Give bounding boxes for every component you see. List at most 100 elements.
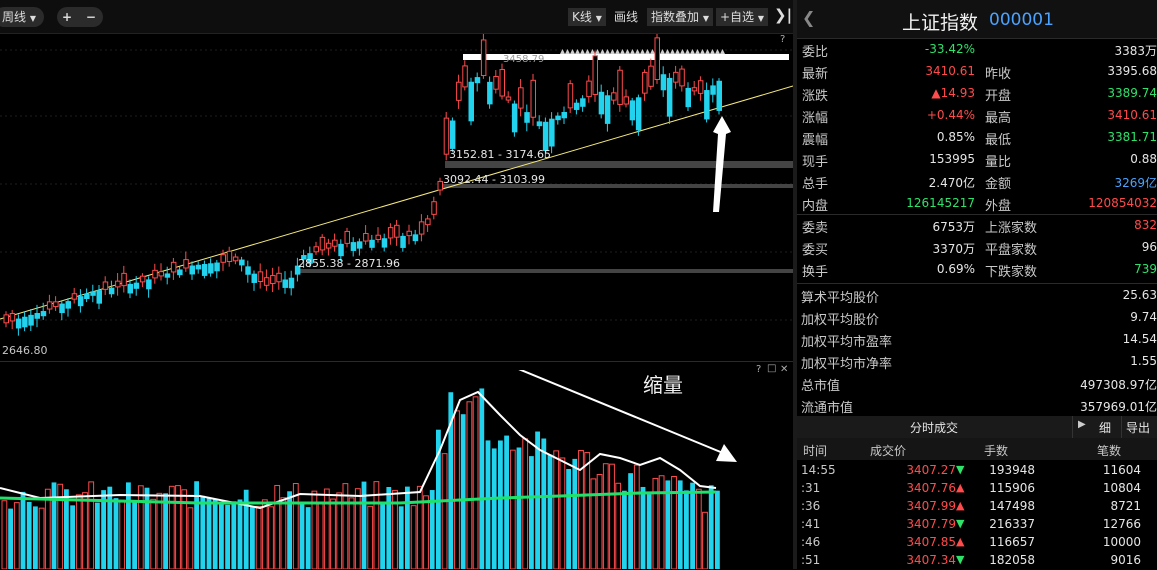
candle (90, 291, 96, 296)
candle (604, 95, 611, 124)
trade-time: 14:55 (801, 463, 836, 477)
trade-row: :46 3407.85 ▲ 116657 10000 (797, 534, 1157, 552)
volume-bar (107, 486, 113, 569)
candle (158, 271, 164, 277)
collapse-panel-icon[interactable]: ❯| (774, 6, 792, 24)
candle (437, 180, 443, 191)
quote-label: 外盘 (985, 199, 1012, 214)
candle (71, 293, 78, 300)
quote-label: 金额 (985, 177, 1012, 192)
trade-direction-icon: ▼ (956, 463, 965, 476)
candle (468, 81, 474, 122)
candle (480, 39, 487, 77)
candle (555, 115, 561, 121)
candle (369, 239, 375, 248)
candle (611, 92, 617, 101)
volume-bar (441, 453, 448, 569)
kline-label: K线 (572, 10, 592, 24)
quote-value: 0.85% (936, 130, 975, 144)
quote-label: 现手 (802, 155, 829, 170)
candle (313, 246, 319, 253)
candle (456, 81, 462, 101)
stats-label: 流通市值 (801, 401, 854, 416)
stats-value: 14.54 (1122, 332, 1157, 346)
quote-value: 3410.61 (1107, 108, 1157, 122)
stats-row: 加权平均市盈率 14.54 (797, 328, 1157, 350)
volume-bar (535, 431, 540, 569)
candle (195, 264, 202, 270)
volume-bar (596, 474, 603, 569)
kline-dropdown[interactable]: K线 ▼ (568, 8, 606, 26)
tab-trades[interactable]: 分时成交 (910, 419, 958, 436)
candle (77, 296, 84, 307)
volume-bar (163, 493, 168, 569)
stats-value: 9.74 (1130, 310, 1157, 324)
volume-bar (398, 506, 404, 569)
volume-bar (566, 468, 571, 569)
candle (449, 120, 456, 149)
quote-row: 最新 3410.61 昨收 3395.68 (797, 60, 1157, 82)
quote-label: 总手 (802, 177, 829, 192)
volume-bar (380, 501, 385, 569)
zoom-in-button[interactable]: + (62, 10, 72, 24)
candle (28, 314, 34, 326)
quote-value: 0.69% (936, 262, 975, 276)
period-dropdown[interactable]: 周线 ▼ (0, 7, 44, 27)
trade-count: 10804 (1102, 481, 1141, 495)
volume-bar (75, 494, 82, 569)
candle (363, 232, 369, 242)
row-separator (797, 38, 1157, 39)
trade-count: 9016 (1110, 553, 1141, 567)
detail-button[interactable]: 细 (1099, 419, 1111, 436)
candle (685, 87, 691, 108)
kline-chart[interactable]: 3458.79 2646.80 3152.81 - 3174.65 3092.4… (0, 34, 793, 360)
draw-line-button[interactable]: 画线 (614, 8, 638, 26)
tab-divider (1121, 416, 1122, 438)
trade-direction-icon: ▲ (956, 535, 965, 548)
volume-bar (708, 485, 714, 569)
quote-label: 换手 (802, 265, 829, 280)
volume-bar (212, 498, 218, 569)
candle (691, 87, 698, 92)
candle (15, 318, 22, 329)
candle (226, 250, 233, 263)
range-label-2: 3092.44 - 3103.99 (443, 173, 545, 186)
stats-value: 357969.01亿 (1080, 400, 1157, 414)
export-button[interactable]: 导出 (1126, 419, 1150, 436)
index-overlay-dropdown[interactable]: 指数叠加 ▼ (647, 8, 713, 26)
candle (84, 293, 90, 300)
overlay-label: 指数叠加 (651, 10, 700, 24)
volume-bar (250, 507, 255, 569)
volume-bars (1, 388, 720, 569)
trade-count: 10000 (1102, 535, 1141, 549)
quote-value: 832 (1134, 218, 1157, 232)
volume-bar (386, 486, 392, 569)
volume-bar (113, 498, 119, 569)
volume-bar (671, 476, 677, 569)
quote-value: 153995 (929, 152, 975, 166)
volume-bar (255, 505, 262, 569)
volume-bar (416, 485, 423, 569)
quote-row: 内盘 126145217 外盘 120854032 (797, 192, 1157, 214)
chevron-left-icon[interactable]: ❮ (802, 8, 815, 27)
volume-chart[interactable] (0, 370, 793, 569)
volume-bar (695, 488, 702, 569)
volume-bar (509, 449, 516, 569)
quote-row: 委比 -33.42% 3383万 (797, 38, 1157, 60)
trade-time: :41 (801, 517, 821, 531)
trade-price: 3407.99 (906, 499, 956, 513)
quote-value: 3383万 (1114, 44, 1157, 58)
watchlist-dropdown[interactable]: +自选 ▼ (716, 8, 769, 26)
chevron-down-icon: ▼ (29, 14, 36, 23)
candle (623, 96, 629, 105)
candle (394, 224, 400, 238)
candle (121, 272, 127, 287)
candle (493, 75, 499, 90)
volume-bar (299, 502, 305, 569)
zoom-out-button[interactable]: − (86, 10, 96, 24)
volume-bar (684, 490, 689, 569)
play-icon[interactable]: ▶ (1078, 419, 1086, 430)
candle (642, 71, 648, 94)
quote-value: 126145217 (906, 196, 975, 210)
volume-bar (602, 463, 609, 569)
